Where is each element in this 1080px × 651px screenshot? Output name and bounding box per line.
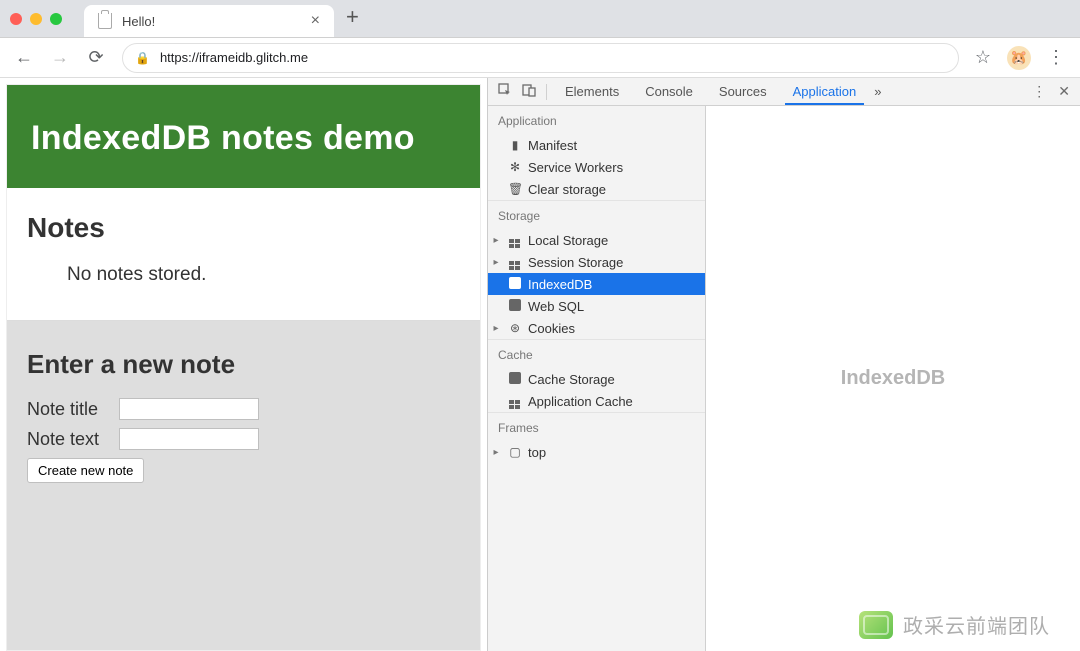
address-bar[interactable]: 🔒 https://iframeidb.glitch.me: [122, 43, 959, 73]
forward-button[interactable]: →: [50, 47, 70, 68]
sidebar-item-manifest[interactable]: ▸▮Manifest: [488, 134, 705, 156]
gear-icon: ✻: [508, 160, 522, 174]
device-toolbar-icon[interactable]: [522, 83, 536, 100]
note-text-label: Note text: [27, 429, 113, 450]
minimize-window-icon[interactable]: [30, 13, 42, 25]
sidebar-item-top-frame[interactable]: ▸▢top: [488, 441, 705, 463]
close-tab-icon[interactable]: ×: [311, 13, 320, 29]
notes-section: Notes No notes stored.: [7, 188, 480, 320]
maximize-window-icon[interactable]: [50, 13, 62, 25]
section-cache: Cache: [488, 339, 705, 368]
sidebar-item-app-cache[interactable]: ▸Application Cache: [488, 390, 705, 412]
devtools-main-pane: IndexedDB: [706, 106, 1080, 651]
close-window-icon[interactable]: [10, 13, 22, 25]
sidebar-item-local-storage[interactable]: ▸Local Storage: [488, 229, 705, 251]
main-placeholder-text: IndexedDB: [841, 367, 945, 390]
url-text: https://iframeidb.glitch.me: [160, 50, 308, 65]
lock-icon: 🔒: [135, 51, 150, 65]
table-icon: [508, 254, 522, 271]
form-heading: Enter a new note: [27, 349, 460, 380]
browser-menu-button[interactable]: ⋮: [1047, 47, 1066, 68]
frame-icon: ▢: [508, 445, 522, 459]
devtools-panel: Elements Console Sources Application » ⋮…: [487, 78, 1080, 651]
watermark-text: 政采云前端团队: [903, 610, 1050, 639]
page-viewport: IndexedDB notes demo Notes No notes stor…: [0, 78, 487, 651]
reload-button[interactable]: ⟳: [86, 47, 106, 68]
notes-heading: Notes: [27, 212, 460, 244]
trash-icon: 🗑: [508, 182, 522, 196]
sidebar-item-service-workers[interactable]: ▸✻Service Workers: [488, 156, 705, 178]
bookmark-star-icon[interactable]: ☆: [975, 47, 991, 68]
page-header: IndexedDB notes demo: [7, 85, 480, 188]
close-devtools-icon[interactable]: ✕: [1058, 83, 1070, 100]
note-title-label: Note title: [27, 399, 113, 420]
section-application: Application: [488, 106, 705, 134]
page-title: IndexedDB notes demo: [31, 119, 456, 158]
devtools-tab-bar: Elements Console Sources Application » ⋮…: [488, 78, 1080, 106]
database-icon: [508, 277, 522, 292]
sidebar-item-session-storage[interactable]: ▸Session Storage: [488, 251, 705, 273]
file-icon: ▮: [508, 138, 522, 152]
table-icon: [508, 232, 522, 249]
section-storage: Storage: [488, 200, 705, 229]
browser-tab[interactable]: Hello! ×: [84, 5, 334, 37]
sidebar-item-cookies[interactable]: ▸⊛Cookies: [488, 317, 705, 339]
tab-title: Hello!: [122, 14, 155, 29]
back-button[interactable]: ←: [14, 47, 34, 68]
section-frames: Frames: [488, 412, 705, 441]
table-icon: [508, 393, 522, 410]
database-icon: [508, 372, 522, 387]
database-icon: [508, 299, 522, 314]
sidebar-item-cache-storage[interactable]: ▸Cache Storage: [488, 368, 705, 390]
cookie-icon: ⊛: [508, 321, 522, 335]
inspect-element-icon[interactable]: [498, 83, 512, 100]
watermark: 政采云前端团队: [859, 610, 1050, 639]
profile-avatar[interactable]: 🐹: [1007, 46, 1031, 70]
devtools-menu-icon[interactable]: ⋮: [1032, 83, 1046, 100]
note-text-input[interactable]: [119, 428, 259, 450]
sidebar-item-clear-storage[interactable]: ▸🗑Clear storage: [488, 178, 705, 200]
browser-toolbar: ← → ⟳ 🔒 https://iframeidb.glitch.me ☆ 🐹 …: [0, 38, 1080, 78]
page-favicon-icon: [98, 13, 112, 29]
more-tabs-icon[interactable]: »: [874, 84, 881, 99]
tab-sources[interactable]: Sources: [711, 78, 775, 105]
browser-tab-strip: Hello! × +: [0, 0, 1080, 38]
note-title-input[interactable]: [119, 398, 259, 420]
new-note-form: Enter a new note Note title Note text Cr…: [7, 320, 480, 650]
sidebar-item-indexeddb[interactable]: ▸IndexedDB: [488, 273, 705, 295]
notes-empty-text: No notes stored.: [67, 264, 460, 286]
window-controls: [10, 0, 62, 37]
tab-application[interactable]: Application: [785, 78, 865, 105]
tab-console[interactable]: Console: [637, 78, 701, 105]
create-note-button[interactable]: Create new note: [27, 458, 144, 483]
sidebar-item-web-sql[interactable]: ▸Web SQL: [488, 295, 705, 317]
devtools-sidebar: Application ▸▮Manifest ▸✻Service Workers…: [488, 106, 706, 651]
new-tab-button[interactable]: +: [346, 4, 359, 34]
wechat-icon: [859, 611, 893, 639]
tab-elements[interactable]: Elements: [557, 78, 627, 105]
